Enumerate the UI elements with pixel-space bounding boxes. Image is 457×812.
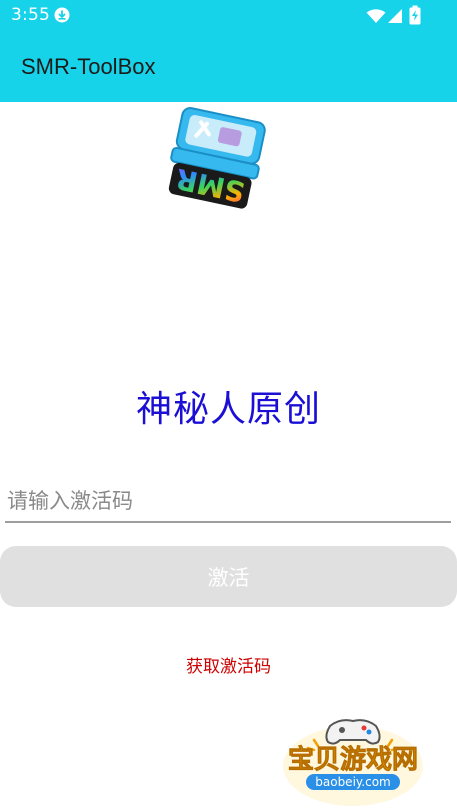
gamepad-icon bbox=[325, 719, 381, 745]
download-icon bbox=[54, 7, 70, 23]
status-time: 3:55 bbox=[11, 5, 50, 25]
page-heading: 神秘人原创 bbox=[135, 389, 321, 430]
wifi-icon bbox=[366, 9, 386, 23]
watermark-url: baobeiy.com bbox=[315, 775, 390, 789]
activation-code-input[interactable] bbox=[5, 483, 451, 523]
app-title: SMR-ToolBox bbox=[21, 54, 156, 79]
status-bar: 3:55 bbox=[0, 0, 457, 32]
activate-button[interactable]: 激活 bbox=[0, 546, 457, 607]
app-bar: SMR-ToolBox bbox=[0, 32, 457, 102]
cell-signal-icon bbox=[388, 9, 402, 23]
battery-charging-icon bbox=[409, 5, 421, 25]
get-activation-code-link[interactable]: 获取激活码 bbox=[0, 652, 457, 677]
smr-toolbox-logo-icon: SMR bbox=[168, 107, 266, 209]
watermark-logo: 宝贝游戏网 baobeiy.com bbox=[283, 719, 423, 806]
watermark-title: 宝贝游戏网 bbox=[288, 744, 418, 775]
